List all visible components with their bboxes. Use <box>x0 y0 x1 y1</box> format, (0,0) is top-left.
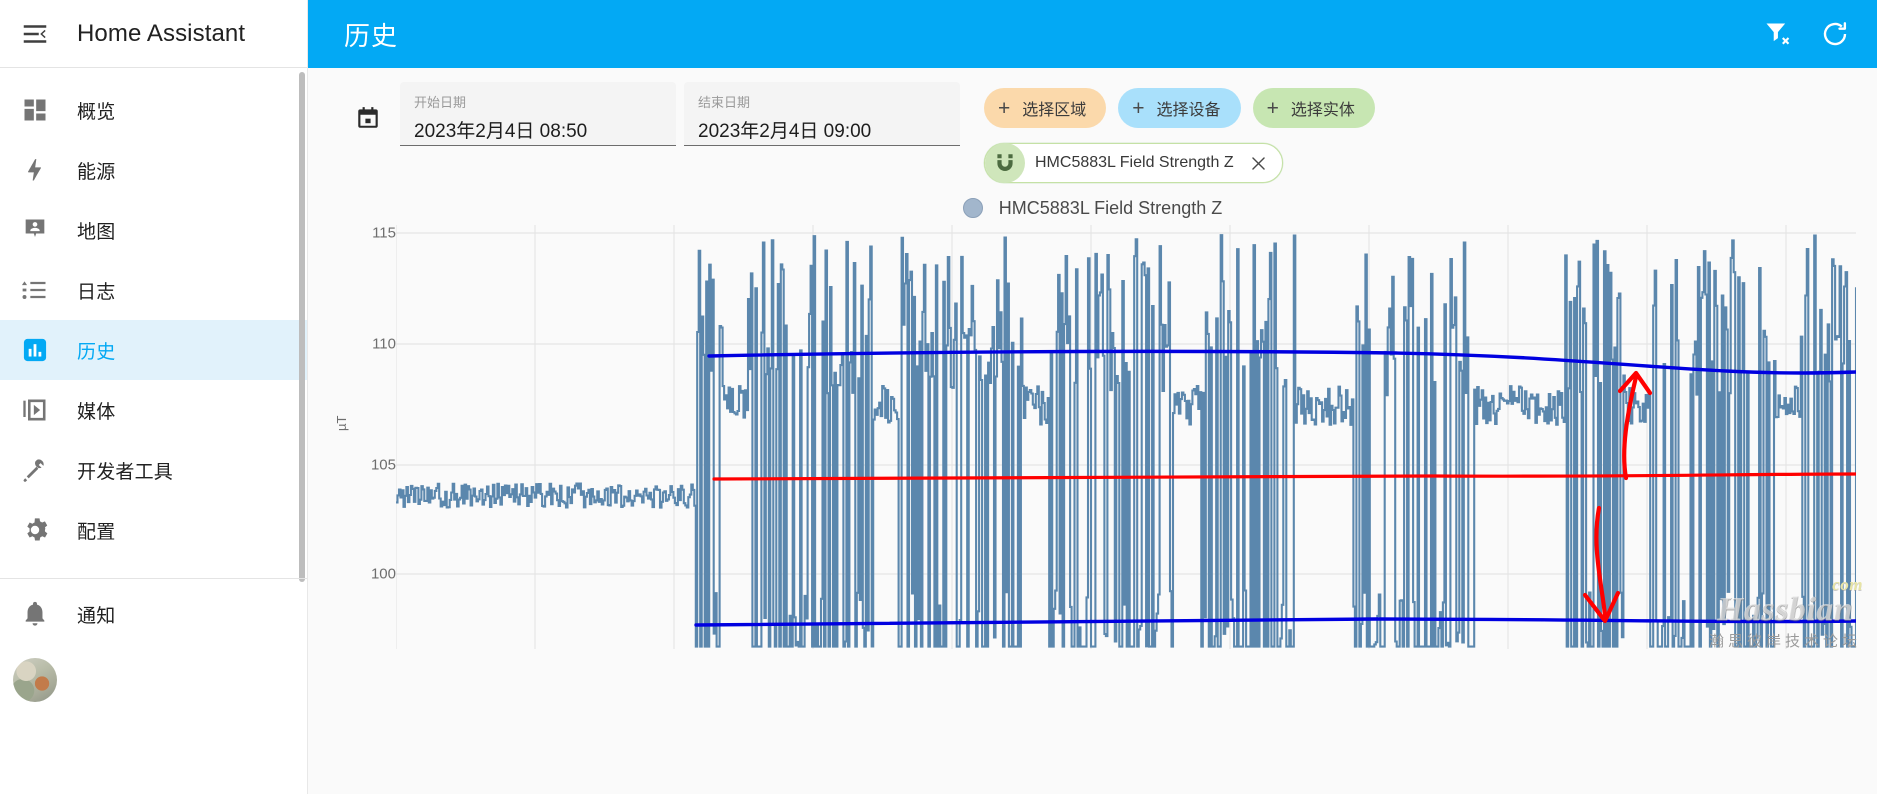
sidebar-item-settings[interactable]: 配置 <box>0 500 307 560</box>
legend-color-swatch[interactable] <box>962 198 983 218</box>
avatar[interactable] <box>13 658 57 702</box>
main-content: 历史 开始日期 2023年2月4日 08:50 结束日期 2023年2月4日 0… <box>308 0 1877 794</box>
sidebar-item-label: 开发者工具 <box>77 461 174 483</box>
legend-label: HMC5883L Field Strength Z <box>998 197 1223 218</box>
sidebar-scrollbar[interactable] <box>299 72 305 582</box>
sidebar-item-energy[interactable]: 能源 <box>0 140 307 200</box>
pick-device-button[interactable]: + 选择设备 <box>1118 88 1241 128</box>
sidebar-item-map[interactable]: 地图 <box>0 200 307 260</box>
y-tick-label: 100 <box>370 565 396 583</box>
sidebar-item-developer-tools[interactable]: 开发者工具 <box>0 440 307 500</box>
end-date-label: 结束日期 <box>698 95 751 110</box>
sidebar-item-label: 配置 <box>77 521 116 543</box>
sidebar-item-media[interactable]: 媒体 <box>0 380 307 440</box>
chart-legend: HMC5883L Field Strength Z <box>308 191 1877 225</box>
map-marker-account-icon <box>6 201 64 259</box>
history-chart: HMC5883L Field Strength Z µT 115 110 105… <box>308 191 1877 661</box>
sidebar-header: Home Assistant <box>0 0 307 68</box>
selected-entities: HMC5883L Field Strength Z <box>984 143 1375 183</box>
magnet-icon <box>985 143 1025 183</box>
date-range-group: 开始日期 2023年2月4日 08:50 结束日期 2023年2月4日 09:0… <box>344 82 960 154</box>
sidebar-item-label: 概览 <box>77 101 116 123</box>
start-date-label: 开始日期 <box>414 95 467 110</box>
sidebar-item-label: 历史 <box>77 341 116 363</box>
sidebar-item-history[interactable]: 历史 <box>0 320 307 380</box>
lightning-bolt-icon <box>6 141 64 199</box>
start-date-field[interactable]: 开始日期 2023年2月4日 08:50 <box>400 82 676 146</box>
picker-column: + 选择区域 + 选择设备 + 选择实体 HMC5883L Field Stre… <box>984 82 1375 183</box>
format-list-bulleted-icon <box>6 261 64 319</box>
sidebar-user-row[interactable] <box>0 650 307 710</box>
y-axis-ticks: 115 110 105 100 <box>336 225 396 649</box>
cog-icon <box>6 501 64 559</box>
sidebar-item-notifications[interactable]: 通知 <box>0 584 307 644</box>
app-title: Home Assistant <box>77 19 246 47</box>
plus-icon: + <box>998 96 1011 120</box>
pick-area-label: 选择区域 <box>1022 102 1087 119</box>
picker-chips: + 选择区域 + 选择设备 + 选择实体 <box>984 88 1375 128</box>
hammer-wrench-icon <box>6 441 64 499</box>
close-icon[interactable] <box>1244 148 1274 178</box>
plus-icon: + <box>1132 96 1145 120</box>
sidebar-item-label: 通知 <box>77 605 116 627</box>
refresh-icon[interactable] <box>1809 8 1861 60</box>
chart-box-icon <box>6 321 64 379</box>
calendar-icon[interactable] <box>344 82 392 154</box>
y-tick-label: 115 <box>372 224 396 242</box>
end-date-field[interactable]: 结束日期 2023年2月4日 09:00 <box>684 82 960 146</box>
y-tick-label: 110 <box>372 335 396 353</box>
pick-area-button[interactable]: + 选择区域 <box>984 88 1107 128</box>
sidebar: Home Assistant 概览 能源 地图 日志 历史 媒体 开发者工具 配… <box>0 0 308 794</box>
end-date-value: 2023年2月4日 09:00 <box>698 121 872 142</box>
filter-row: 开始日期 2023年2月4日 08:50 结束日期 2023年2月4日 09:0… <box>308 82 1877 183</box>
sidebar-item-label: 日志 <box>77 281 116 303</box>
sidebar-item-logbook[interactable]: 日志 <box>0 260 307 320</box>
menu-collapse-icon[interactable] <box>6 5 64 63</box>
sidebar-item-label: 媒体 <box>77 401 116 423</box>
app-root: Home Assistant 概览 能源 地图 日志 历史 媒体 开发者工具 配… <box>0 0 1877 794</box>
entity-chip[interactable]: HMC5883L Field Strength Z <box>984 143 1283 183</box>
pick-entity-button[interactable]: + 选择实体 <box>1252 88 1375 128</box>
sidebar-nav: 概览 能源 地图 日志 历史 媒体 开发者工具 配置 <box>0 68 307 560</box>
top-toolbar: 历史 <box>308 0 1877 68</box>
bell-icon <box>6 585 64 643</box>
page-title: 历史 <box>344 20 399 51</box>
view-dashboard-icon <box>6 81 64 139</box>
filter-bar: 开始日期 2023年2月4日 08:50 结束日期 2023年2月4日 09:0… <box>308 68 1877 183</box>
sidebar-item-overview[interactable]: 概览 <box>0 80 307 140</box>
y-tick-label: 105 <box>370 456 396 474</box>
chart-canvas[interactable] <box>396 225 1856 649</box>
pick-entity-label: 选择实体 <box>1290 102 1355 119</box>
filter-remove-icon[interactable] <box>1751 8 1803 60</box>
chart-plot-area: µT 115 110 105 100 Hassbian com 瀚思彼岸技术论坛 <box>308 225 1877 651</box>
start-date-value: 2023年2月4日 08:50 <box>414 121 588 142</box>
plus-icon: + <box>1266 96 1279 120</box>
sidebar-item-label: 地图 <box>77 221 116 243</box>
sidebar-divider <box>0 578 307 579</box>
entity-chip-label: HMC5883L Field Strength Z <box>1035 154 1234 171</box>
play-box-multiple-icon <box>6 381 64 439</box>
pick-device-label: 选择设备 <box>1156 102 1221 119</box>
sidebar-item-label: 能源 <box>77 161 116 183</box>
